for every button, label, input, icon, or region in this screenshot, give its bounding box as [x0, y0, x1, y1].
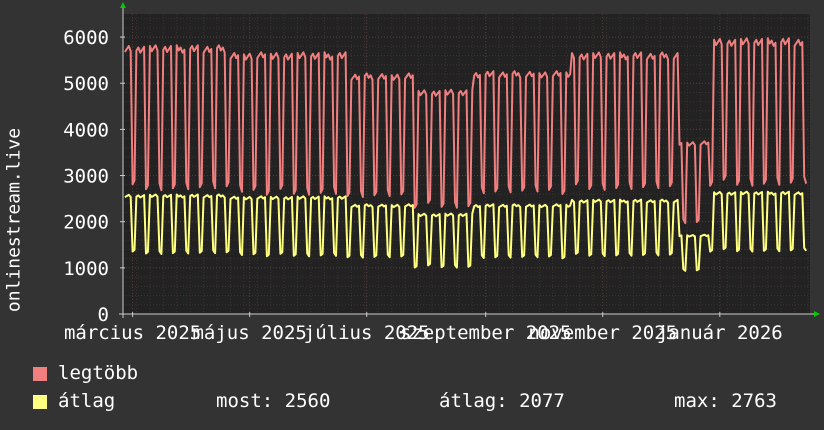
y-axis-label: onlinestream.live: [4, 128, 25, 312]
x-axis-arrow: [814, 311, 820, 317]
x-tick-label: május 2025: [192, 322, 306, 344]
y-tick-label: 6000: [63, 27, 109, 49]
y-tick-label: 2000: [63, 212, 109, 234]
legend-label-avg: átlag: [58, 390, 116, 412]
legend-swatch-max: [33, 367, 47, 381]
legend-label-max: legtöbb: [58, 362, 139, 384]
y-tick-label: 4000: [63, 119, 109, 141]
chart: 0100020003000400050006000 március 2025má…: [63, 2, 820, 344]
y-tick-label: 3000: [63, 166, 109, 188]
y-tick-label: 5000: [63, 73, 109, 95]
y-axis-label-text: onlinestream.live: [3, 127, 25, 313]
y-tick-labels: 0100020003000400050006000: [63, 27, 109, 326]
x-tick-label: március 2025: [64, 322, 201, 344]
y-axis-arrow: [120, 2, 126, 8]
x-tick-label: november 2025: [528, 322, 677, 344]
x-tick-labels: március 2025május 2025július 2025szeptem…: [64, 322, 783, 344]
x-tick-label: január 2026: [657, 322, 783, 344]
stat-average: átlag: 2077: [439, 390, 565, 412]
y-tick-label: 1000: [63, 258, 109, 280]
stat-current: most: 2560: [216, 390, 331, 412]
stat-max: max: 2763: [674, 390, 777, 412]
legend-swatch-avg: [33, 395, 47, 409]
